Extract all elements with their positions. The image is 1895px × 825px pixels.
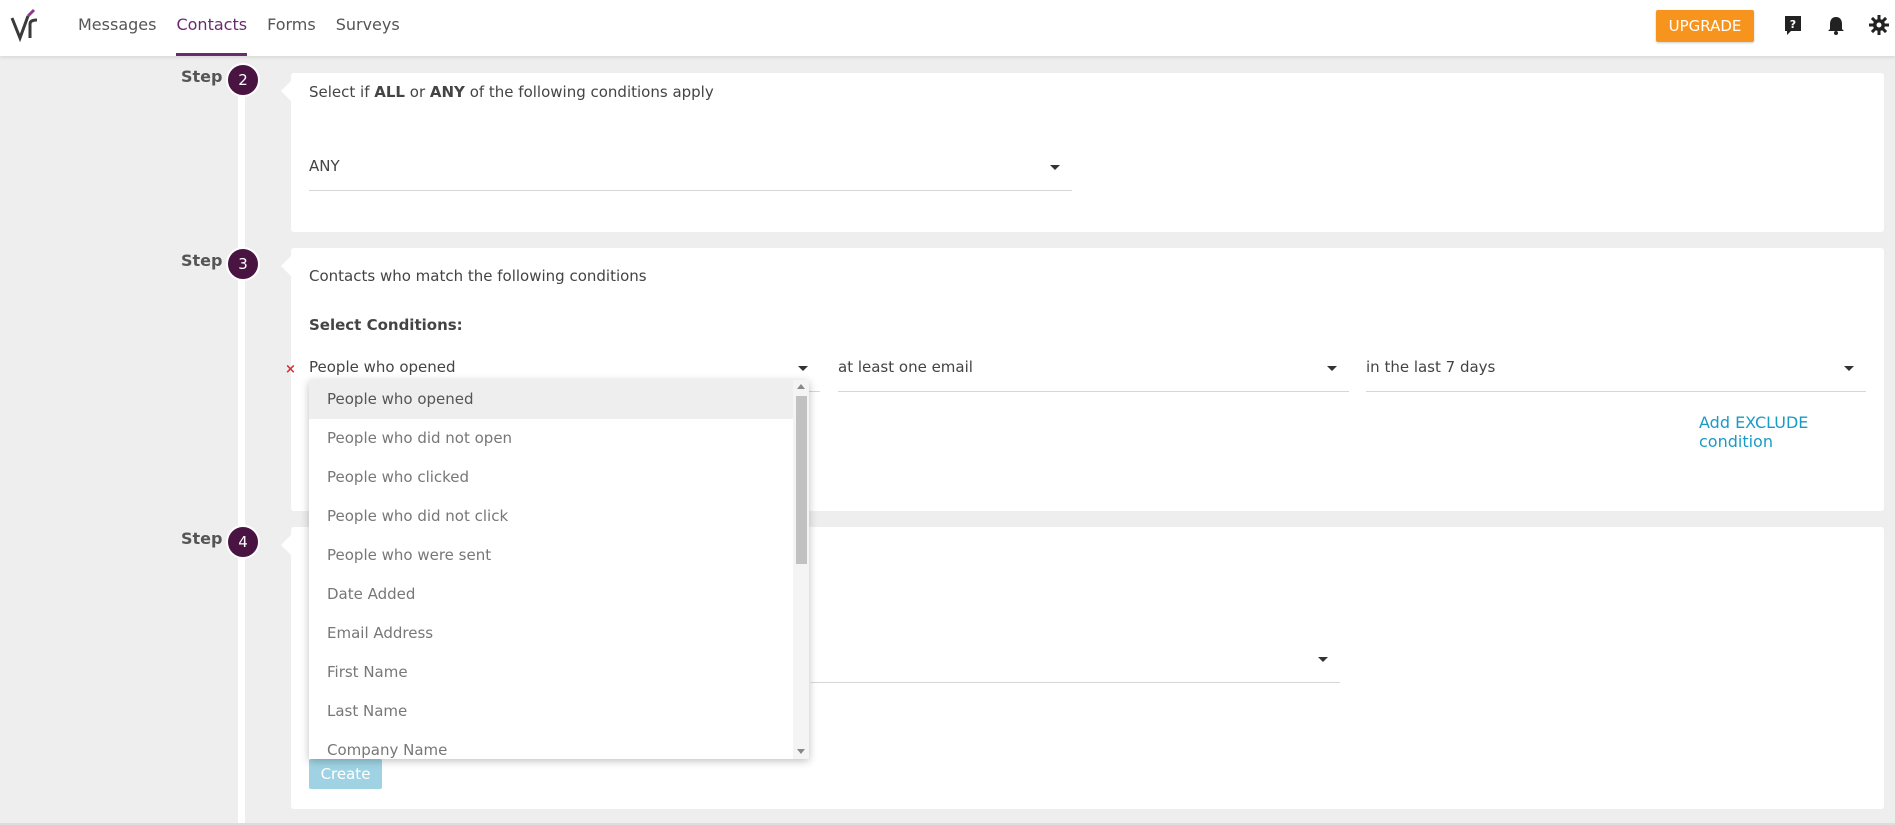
- top-bar: Messages Contacts Forms Surveys UPGRADE …: [0, 0, 1895, 56]
- step-3-number: 3: [226, 247, 260, 281]
- scrollbar-thumb[interactable]: [796, 396, 807, 564]
- caret-down-icon: [1050, 165, 1060, 170]
- text-any: ANY: [429, 83, 465, 101]
- select-conditions-label: Select Conditions:: [309, 316, 463, 334]
- text-segment: of the following conditions apply: [464, 83, 714, 101]
- dropdown-scrollbar[interactable]: [793, 380, 809, 759]
- all-any-select[interactable]: ANY: [309, 151, 1072, 191]
- create-button[interactable]: Create: [309, 759, 382, 789]
- nav-forms[interactable]: Forms: [267, 0, 316, 56]
- card-pointer: [281, 256, 291, 276]
- step-2-label: Step: [181, 67, 223, 86]
- vr-logo[interactable]: [10, 8, 44, 44]
- scroll-down-icon[interactable]: [797, 749, 805, 754]
- dropdown-option[interactable]: Last Name: [309, 692, 809, 731]
- dropdown-option[interactable]: People who did not click: [309, 497, 809, 536]
- text-all: ALL: [374, 83, 405, 101]
- dropdown-option[interactable]: First Name: [309, 653, 809, 692]
- dropdown-option[interactable]: People who were sent: [309, 536, 809, 575]
- gear-icon[interactable]: [1868, 14, 1890, 36]
- steps-timeline: [238, 70, 245, 825]
- scroll-up-icon[interactable]: [797, 384, 805, 389]
- nav-messages[interactable]: Messages: [78, 0, 156, 56]
- dropdown-option[interactable]: Company Name: [309, 731, 809, 759]
- caret-down-icon: [1844, 366, 1854, 371]
- dropdown-option[interactable]: Email Address: [309, 614, 809, 653]
- nav-surveys[interactable]: Surveys: [336, 0, 400, 56]
- condition-timeframe-select[interactable]: in the last 7 days: [1366, 352, 1866, 392]
- select-value: People who opened: [309, 358, 456, 376]
- caret-down-icon: [798, 366, 808, 371]
- select-value: ANY: [309, 157, 340, 175]
- card-pointer: [281, 81, 291, 101]
- step-3-label: Step: [181, 251, 223, 270]
- select-value: at least one email: [838, 358, 973, 376]
- help-icon[interactable]: ?: [1782, 14, 1804, 36]
- select-value: in the last 7 days: [1366, 358, 1496, 376]
- card-pointer: [281, 535, 291, 555]
- dropdown-option[interactable]: People who clicked: [309, 458, 809, 497]
- step-3-title: Contacts who match the following conditi…: [309, 267, 647, 285]
- condition-type-dropdown[interactable]: People who opened People who did not ope…: [309, 380, 809, 759]
- svg-text:?: ?: [1790, 18, 1796, 31]
- main-nav: Messages Contacts Forms Surveys: [78, 0, 420, 56]
- step-2-number: 2: [226, 63, 260, 97]
- condition-quantity-select[interactable]: at least one email: [838, 352, 1349, 392]
- step-4-number: 4: [226, 525, 260, 559]
- step-2-description: Select if ALL or ANY of the following co…: [309, 83, 714, 101]
- bell-icon[interactable]: [1825, 14, 1847, 36]
- dropdown-option[interactable]: Date Added: [309, 575, 809, 614]
- upgrade-button[interactable]: UPGRADE: [1656, 10, 1754, 42]
- step-2-card: Select if ALL or ANY of the following co…: [281, 73, 1884, 232]
- add-exclude-condition-link[interactable]: Add EXCLUDE condition: [1699, 413, 1884, 451]
- text-segment: or: [405, 83, 430, 101]
- step-4-select[interactable]: [811, 643, 1340, 683]
- step-4-label: Step: [181, 529, 223, 548]
- remove-condition-icon[interactable]: ×: [285, 362, 296, 377]
- nav-contacts[interactable]: Contacts: [176, 0, 248, 56]
- caret-down-icon: [1318, 657, 1328, 662]
- dropdown-option[interactable]: People who opened: [309, 380, 809, 419]
- caret-down-icon: [1327, 366, 1337, 371]
- text-segment: Select if: [309, 83, 375, 101]
- dropdown-option[interactable]: People who did not open: [309, 419, 809, 458]
